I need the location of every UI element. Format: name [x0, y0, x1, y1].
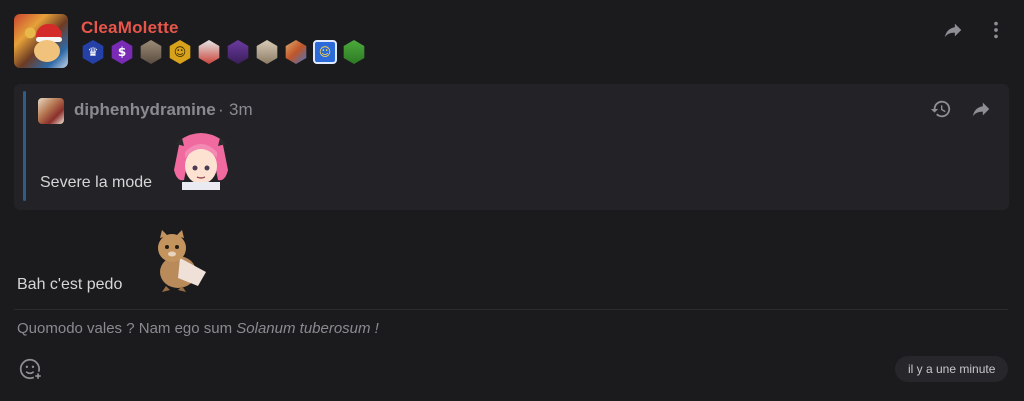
- quote-share-button[interactable]: [968, 96, 994, 122]
- history-button[interactable]: [928, 96, 954, 122]
- palette-badge-icon[interactable]: [285, 40, 307, 64]
- timestamp-pill: il y a une minute: [895, 356, 1009, 382]
- figure-badge-icon[interactable]: [343, 40, 365, 64]
- portrait-badge-icon[interactable]: [140, 40, 162, 64]
- quote-text: Severe la mode: [40, 174, 153, 191]
- signature-divider: [14, 309, 1008, 310]
- author-avatar[interactable]: [14, 14, 68, 68]
- share-icon: [972, 102, 990, 117]
- dollar-badge-icon[interactable]: $: [111, 40, 133, 64]
- add-emoji-icon: [19, 358, 43, 381]
- add-reaction-button[interactable]: [18, 356, 44, 382]
- quote-separator: ·: [218, 100, 224, 119]
- share-button[interactable]: [940, 17, 966, 43]
- kebab-menu-icon: [994, 21, 998, 39]
- face-badge-icon[interactable]: ☺: [169, 40, 191, 64]
- anime-girl-sticker: [174, 133, 228, 190]
- message-text: Bah c'est pedo: [17, 276, 123, 293]
- signature-italic: Solanum tuberosum !: [236, 320, 379, 337]
- quote-time: 3m: [229, 100, 253, 119]
- cat-sticker: [158, 230, 206, 292]
- avatar-face: [34, 40, 60, 62]
- quote-author-avatar[interactable]: [38, 98, 64, 124]
- character-badge-icon[interactable]: [198, 40, 220, 64]
- crown-badge-icon[interactable]: ♛: [82, 40, 104, 64]
- santa-hat: [36, 24, 62, 42]
- quoted-message: diphenhydramine · 3m Severe la mode: [14, 84, 1009, 210]
- author-name[interactable]: CleaMolette: [81, 18, 179, 38]
- more-options-button[interactable]: [983, 17, 1009, 43]
- share-icon: [944, 23, 962, 38]
- signature-text: Quomodo vales ? Nam ego sum: [17, 320, 237, 337]
- history-icon: [930, 100, 951, 118]
- character-badge-icon[interactable]: [227, 40, 249, 64]
- quote-author-name[interactable]: diphenhydramine: [74, 100, 216, 120]
- quote-bar: [23, 91, 26, 201]
- smiley-badge-icon[interactable]: ☺: [313, 40, 337, 64]
- signature: Quomodo vales ? Nam ego sum Solanum tube…: [17, 320, 379, 337]
- animal-badge-icon[interactable]: [256, 40, 278, 64]
- badge-row: ♛ $ ☺ ☺: [81, 40, 366, 64]
